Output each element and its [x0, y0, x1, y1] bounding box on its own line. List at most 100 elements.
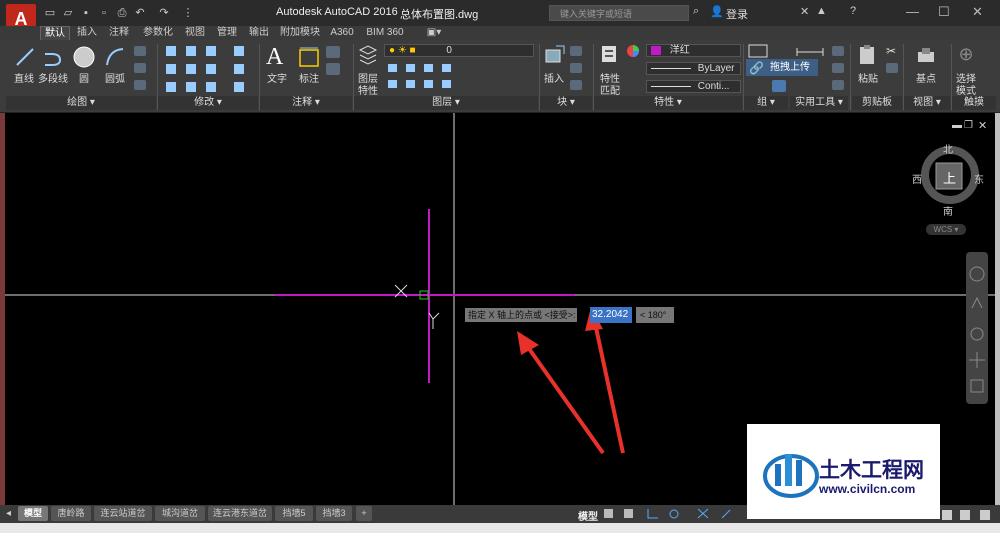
calculator-icon[interactable] — [832, 80, 844, 90]
redo-icon[interactable]: ↷ — [156, 6, 172, 20]
layout-tab[interactable]: 连云站道岔 — [94, 506, 152, 521]
maximize-button[interactable]: ☐ — [938, 4, 950, 20]
open-icon[interactable]: ▱ — [60, 6, 76, 20]
move-icon[interactable] — [164, 44, 176, 56]
hatch-icon[interactable] — [134, 63, 146, 73]
close-button[interactable]: ✕ — [972, 4, 983, 20]
user-icon[interactable]: 👤 — [710, 5, 724, 18]
model-space-toggle[interactable]: 模型 — [578, 508, 598, 523]
text-label[interactable]: 文字 — [264, 70, 290, 85]
dimension-label[interactable]: 标注 — [294, 70, 324, 85]
match-properties-icon[interactable] — [600, 44, 620, 66]
navigation-bar-icon[interactable] — [966, 252, 988, 404]
match-label-2[interactable]: 匹配 — [598, 82, 622, 97]
tab-annotate[interactable]: 注释 — [106, 26, 132, 40]
polyline-label[interactable]: 多段线 — [36, 70, 70, 85]
cut-icon[interactable]: ✂ — [886, 44, 896, 58]
exchange-icon[interactable]: ✕ — [800, 5, 809, 18]
login-button[interactable]: 登录 — [726, 6, 748, 22]
save-icon[interactable]: ▪ — [78, 6, 94, 20]
rectangle-icon[interactable] — [134, 46, 146, 56]
copy-icon[interactable] — [886, 63, 898, 73]
viewcube-east[interactable]: 东 — [974, 171, 984, 186]
line-icon[interactable] — [14, 46, 36, 68]
layout-tab[interactable]: 城沟道岔 — [155, 506, 205, 521]
paste-label[interactable]: 粘贴 — [854, 70, 882, 85]
circle-icon[interactable] — [72, 45, 96, 69]
viewcube-west[interactable]: 西 — [912, 171, 922, 186]
circle-label[interactable]: 圆 — [72, 70, 96, 85]
utilities-panel-label[interactable]: 实用工具 ▾ — [790, 96, 848, 110]
view-panel-label[interactable]: 视图 ▾ — [904, 96, 950, 110]
trim-icon[interactable] — [206, 44, 218, 56]
autodesk-a360-icon[interactable]: ▲ — [816, 5, 827, 17]
dynamic-input-angle[interactable]: < 180° — [636, 307, 674, 323]
viewport-close-icon[interactable]: ✕ — [978, 119, 987, 132]
layout-tab[interactable]: 挡墙5 — [275, 506, 313, 521]
tab-a360[interactable]: A360 — [328, 26, 356, 40]
layout-tab[interactable]: 挡墙3 — [316, 506, 352, 521]
polyline-icon[interactable] — [42, 46, 64, 68]
base-point-icon[interactable] — [916, 46, 936, 64]
base-point-label[interactable]: 基点 — [912, 70, 940, 85]
tab-output[interactable]: 输出 — [246, 26, 272, 40]
viewport-restore-icon[interactable]: ❐ — [964, 120, 973, 131]
save-as-icon[interactable]: ▫ — [96, 6, 112, 20]
color-dropdown[interactable]: 洋红 — [646, 44, 741, 57]
tab-addins[interactable]: 附加模块 — [278, 26, 322, 40]
tab-default[interactable]: 默认 — [40, 26, 70, 40]
dynamic-input-value[interactable]: 32.2042 — [590, 307, 632, 323]
undo-icon[interactable]: ↶ — [132, 6, 148, 20]
layers-panel-label[interactable]: 图层 ▾ — [354, 96, 538, 110]
viewcube-top[interactable]: 上 — [943, 168, 956, 187]
leader-icon[interactable] — [326, 46, 340, 58]
measure-icon[interactable] — [795, 46, 825, 58]
annotation-panel-label[interactable]: 注释 ▾ — [260, 96, 352, 110]
arc-label[interactable]: 圆弧 — [100, 70, 130, 85]
print-icon[interactable]: ⎙ — [114, 6, 130, 20]
tab-parametric[interactable]: 参数化 — [140, 26, 176, 40]
touch-panel-label[interactable]: 触摸 — [952, 96, 996, 110]
tab-insert[interactable]: 插入 — [74, 26, 100, 40]
group-select-icon[interactable] — [772, 80, 786, 92]
new-icon[interactable]: ▭ — [42, 6, 58, 20]
paste-icon[interactable] — [858, 44, 878, 66]
block-panel-label[interactable]: 块 ▾ — [540, 96, 592, 110]
rotate-icon[interactable] — [184, 44, 196, 56]
color-wheel-icon[interactable] — [626, 44, 640, 58]
select-mode-icon[interactable]: ⊕ — [956, 44, 976, 64]
qat-dropdown-icon[interactable]: ⋮ — [180, 6, 196, 20]
quick-select-icon[interactable] — [832, 63, 844, 73]
wcs-menu[interactable]: WCS ▾ — [926, 224, 966, 235]
tab-more-icon[interactable]: ▣▾ — [422, 26, 446, 40]
modify-panel-label[interactable]: 修改 ▾ — [158, 96, 258, 110]
tab-bim360[interactable]: BIM 360 — [362, 26, 408, 40]
line-label[interactable]: 直线 — [10, 70, 38, 85]
create-block-icon[interactable] — [570, 46, 582, 56]
insert-label[interactable]: 插入 — [540, 70, 568, 85]
edit-block-icon[interactable] — [570, 63, 582, 73]
properties-panel-label[interactable]: 特性 ▾ — [594, 96, 742, 110]
search-icon[interactable]: ⌕ — [693, 5, 707, 19]
viewcube-north[interactable]: 北 — [943, 141, 953, 156]
tab-manage[interactable]: 管理 — [214, 26, 240, 40]
layout-tab[interactable]: 唐岭路 — [51, 506, 91, 521]
tab-view[interactable]: 视图 — [182, 26, 208, 40]
group-panel-label[interactable]: 组 ▾ — [744, 96, 788, 110]
draw-panel-label[interactable]: 绘图 ▾ — [6, 96, 156, 110]
lineweight-dropdown[interactable]: Conti... — [646, 80, 741, 93]
search-input[interactable]: 键入关键字或短语 — [549, 5, 689, 21]
group-icon[interactable] — [748, 44, 768, 58]
erase-icon[interactable] — [234, 44, 254, 58]
id-point-icon[interactable] — [832, 46, 844, 56]
tab-scroll-left-icon[interactable]: ◂ — [6, 508, 11, 519]
add-layout-button[interactable]: + — [356, 506, 372, 521]
clipboard-panel-label[interactable]: 剪贴板 — [852, 96, 902, 110]
viewcube-south[interactable]: 南 — [943, 203, 953, 218]
dimension-icon[interactable] — [298, 46, 320, 68]
layer-props-label-2[interactable]: 特性 — [356, 82, 380, 97]
block-attr-icon[interactable] — [570, 80, 582, 90]
table-icon[interactable] — [326, 63, 340, 75]
layout-tab[interactable]: 连云港东道岔 — [208, 506, 272, 521]
linetype-dropdown[interactable]: ByLayer — [646, 62, 741, 75]
